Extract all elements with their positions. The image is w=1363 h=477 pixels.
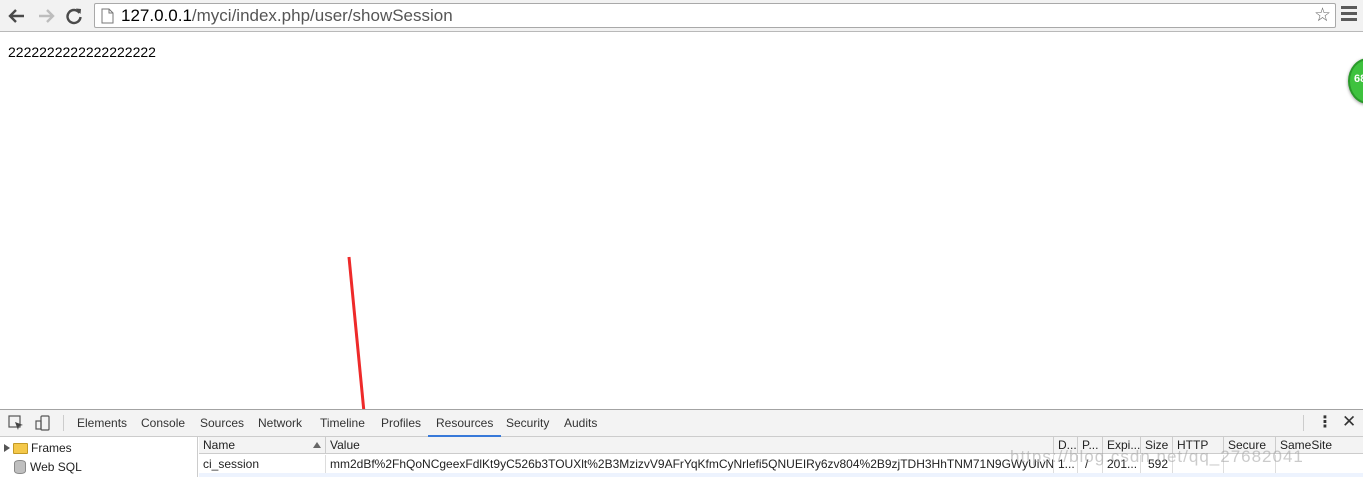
reload-icon xyxy=(66,8,82,25)
tab-sources[interactable]: Sources xyxy=(200,410,244,437)
toolbar-divider xyxy=(63,415,64,431)
database-icon xyxy=(14,460,26,474)
tab-profiles[interactable]: Profiles xyxy=(381,410,421,437)
sidebar-label-websql: Web SQL xyxy=(30,460,82,474)
extension-badge[interactable]: 68 xyxy=(1348,58,1363,104)
sidebar-item-frames[interactable]: Frames xyxy=(4,439,72,457)
url-path: /myci/index.php/user/showSession xyxy=(191,6,453,25)
devtools-tabbar: Elements Console Sources Network Timelin… xyxy=(0,410,1363,437)
tab-console[interactable]: Console xyxy=(141,410,185,437)
expand-triangle-icon[interactable] xyxy=(4,444,10,452)
cell-value: mm2dBf%2FhQoNCgeexFdlKt9yC526b3TOUXlt%2B… xyxy=(326,455,1054,473)
folder-icon xyxy=(13,442,28,454)
tab-security[interactable]: Security xyxy=(506,410,549,437)
page-icon xyxy=(101,8,114,24)
tab-resources[interactable]: Resources xyxy=(428,410,502,437)
reload-button[interactable] xyxy=(62,4,86,28)
col-header-value[interactable]: Value xyxy=(326,437,1054,454)
browser-toolbar: 127.0.0.1/myci/index.php/user/showSessio… xyxy=(0,0,1363,32)
resources-sidebar: Frames Web SQL xyxy=(0,437,198,477)
url-host: 127.0.0.1 xyxy=(121,6,192,25)
bookmark-star-icon[interactable]: ☆ xyxy=(1314,5,1331,27)
more-options-icon[interactable]: ⋮ xyxy=(1317,414,1333,432)
sidebar-item-websql[interactable]: Web SQL xyxy=(4,458,82,476)
forward-arrow-icon xyxy=(39,9,55,23)
back-arrow-icon xyxy=(8,9,24,23)
address-bar[interactable]: 127.0.0.1/myci/index.php/user/showSessio… xyxy=(94,3,1336,28)
page-output-text: 2222222222222222222 xyxy=(8,44,156,60)
toolbar-divider-right xyxy=(1303,415,1304,431)
empty-table-row xyxy=(199,473,1363,477)
sort-ascending-icon xyxy=(313,442,321,448)
tab-timeline[interactable]: Timeline xyxy=(320,410,365,437)
badge-number: 68 xyxy=(1354,73,1363,85)
url-text: 127.0.0.1/myci/index.php/user/showSessio… xyxy=(121,6,453,26)
back-button[interactable] xyxy=(5,4,29,28)
device-mode-icon[interactable] xyxy=(35,415,51,431)
col-header-name[interactable]: Name xyxy=(199,437,326,454)
cell-name: ci_session xyxy=(199,455,326,473)
sidebar-label-frames: Frames xyxy=(31,441,72,455)
watermark-text: https://blog.csdn.net/qq_27682041 xyxy=(1010,447,1304,466)
forward-button[interactable] xyxy=(34,4,58,28)
tab-elements[interactable]: Elements xyxy=(77,410,127,437)
close-devtools-icon[interactable]: ✕ xyxy=(1342,413,1356,431)
tab-audits[interactable]: Audits xyxy=(564,410,597,437)
tab-network[interactable]: Network xyxy=(258,410,302,437)
browser-menu-icon[interactable] xyxy=(1341,6,1357,26)
inspect-element-icon[interactable] xyxy=(8,415,24,431)
